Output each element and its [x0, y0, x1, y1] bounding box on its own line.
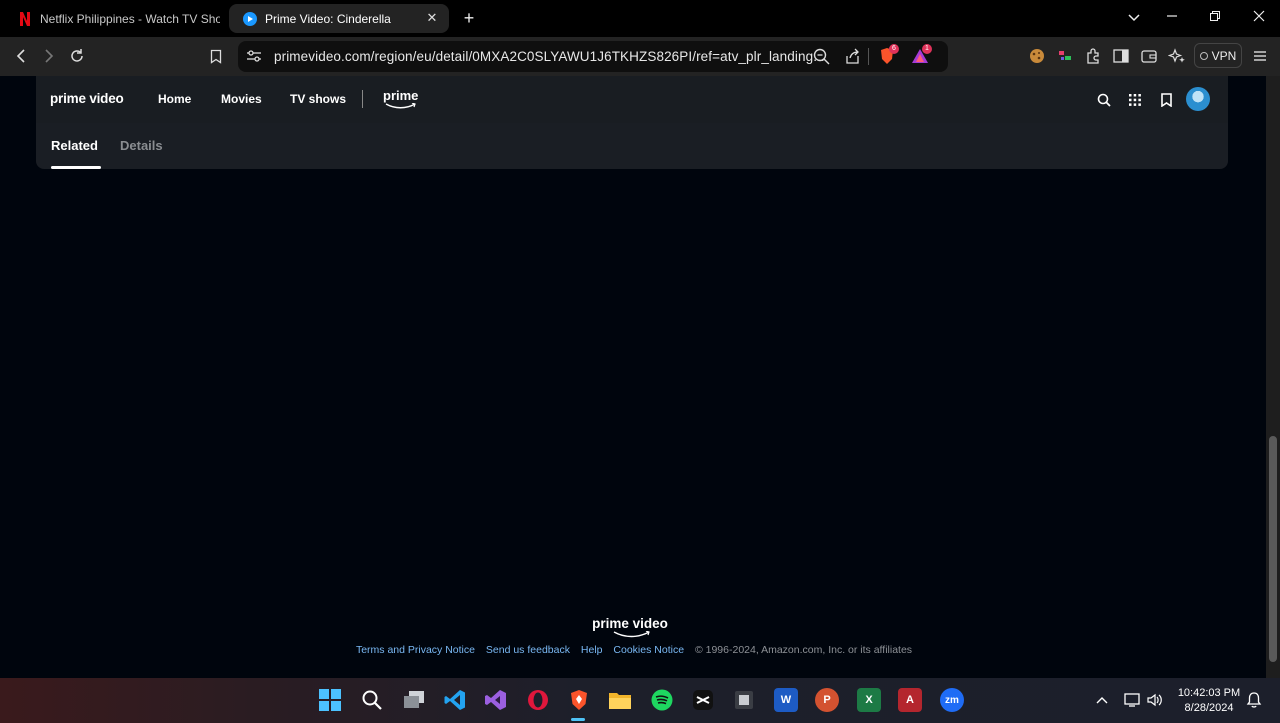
system-clock[interactable]: 10:42:03 PM 8/28/2024	[1170, 686, 1248, 716]
close-tab-icon[interactable]: ✕	[425, 11, 439, 25]
zoom-app-icon[interactable]: zm	[940, 688, 964, 712]
bookmark-page-icon[interactable]	[207, 47, 225, 65]
scrollbar-thumb[interactable]	[1269, 436, 1277, 662]
volume-icon[interactable]	[1143, 688, 1167, 712]
file-explorer-icon[interactable]	[608, 688, 632, 712]
zoom-icon[interactable]	[813, 48, 830, 70]
extensions-puzzle-icon[interactable]	[1084, 47, 1102, 65]
task-view-icon[interactable]	[402, 688, 426, 712]
profile-avatar[interactable]	[1186, 87, 1210, 111]
opera-icon[interactable]	[526, 688, 550, 712]
nav-tv-shows[interactable]: TV shows	[290, 92, 346, 106]
visual-studio-icon[interactable]	[484, 688, 508, 712]
notification-bell-icon[interactable]	[1242, 688, 1266, 712]
app-window-icon[interactable]	[732, 688, 756, 712]
shields-badge: 6	[889, 44, 899, 54]
tab-search-chevron-icon[interactable]	[1126, 10, 1142, 26]
footer-link-terms[interactable]: Terms and Privacy Notice	[356, 644, 475, 656]
footer-link-cookies[interactable]: Cookies Notice	[613, 644, 684, 656]
netflix-icon	[18, 11, 32, 26]
vpn-status-icon	[1199, 51, 1208, 60]
tab-details[interactable]: Details	[120, 138, 163, 153]
address-bar[interactable]: primevideo.com/region/eu/detail/0MXA2C0S…	[238, 41, 948, 72]
network-icon[interactable]	[1121, 688, 1145, 712]
tab-title: Netflix Philippines - Watch TV Show	[40, 11, 220, 26]
capcut-icon[interactable]	[691, 688, 715, 712]
tab-related[interactable]: Related	[51, 138, 98, 153]
powerpoint-icon[interactable]: P	[815, 688, 839, 712]
prime-logo-text: prime	[383, 88, 419, 103]
rewards-badge: 1	[922, 44, 932, 54]
prime-logo[interactable]: prime	[383, 88, 419, 109]
wallet-icon[interactable]	[1140, 47, 1158, 65]
windows-taskbar: W P X A zm 10:42:03 PM 8/28/2024	[0, 678, 1280, 723]
browser-tab-bar: Netflix Philippines - Watch TV Show Prim…	[0, 0, 1280, 37]
footer-smile-icon	[613, 631, 650, 638]
spotify-icon[interactable]	[650, 688, 674, 712]
vscode-icon[interactable]	[443, 688, 467, 712]
browser-toolbar: primevideo.com/region/eu/detail/0MXA2C0S…	[0, 37, 1280, 76]
show-hidden-icons-chevron-icon[interactable]	[1090, 688, 1114, 712]
access-icon[interactable]: A	[898, 688, 922, 712]
tab-title: Prime Video: Cinderella	[265, 11, 391, 26]
copyright-text: © 1996-2024, Amazon.com, Inc. or its aff…	[694, 644, 913, 656]
vpn-label: VPN	[1211, 48, 1237, 63]
new-tab-button[interactable]: +	[460, 9, 478, 27]
share-icon[interactable]	[844, 48, 861, 70]
footer-link-feedback[interactable]: Send us feedback	[486, 644, 570, 656]
vpn-button[interactable]: VPN	[1194, 43, 1242, 68]
clock-date: 8/28/2024	[1184, 702, 1234, 714]
tab-netflix[interactable]: Netflix Philippines - Watch TV Show	[4, 4, 226, 33]
nav-movies[interactable]: Movies	[221, 92, 262, 106]
smile-arrow-icon	[385, 103, 416, 109]
search-icon[interactable]	[1096, 92, 1112, 108]
brave-shields-icon[interactable]: 6	[879, 44, 899, 70]
apps-grid-icon[interactable]	[1127, 92, 1143, 108]
word-icon[interactable]: W	[774, 688, 798, 712]
colorful-extension-icon[interactable]	[1056, 47, 1074, 65]
footer-logo-text: prime video	[592, 616, 668, 631]
footer-link-help[interactable]: Help	[581, 644, 603, 656]
brave-rewards-icon[interactable]: 1	[911, 44, 932, 69]
url-text[interactable]: primevideo.com/region/eu/detail/0MXA2C0S…	[274, 49, 825, 64]
prime-video-header: prime video Home Movies TV shows prime R…	[36, 76, 1228, 169]
nav-home[interactable]: Home	[158, 92, 191, 106]
site-settings-icon[interactable]	[246, 49, 262, 68]
forward-icon[interactable]	[40, 47, 58, 65]
tab-prime-video[interactable]: Prime Video: Cinderella ✕	[229, 4, 449, 33]
close-window-icon[interactable]	[1251, 10, 1267, 26]
minimize-icon[interactable]	[1164, 10, 1180, 26]
cookie-extension-icon[interactable]	[1028, 47, 1046, 65]
excel-icon[interactable]: X	[857, 688, 881, 712]
active-app-indicator	[571, 718, 585, 721]
page-scrollbar[interactable]	[1266, 76, 1280, 678]
clock-time: 10:42:03 PM	[1177, 687, 1241, 699]
footer-links: Terms and Privacy Notice Send us feedbac…	[0, 644, 1264, 656]
prime-video-logo[interactable]: prime video	[50, 91, 124, 106]
start-windows-icon[interactable]	[318, 688, 342, 712]
search-taskbar-icon[interactable]	[360, 688, 384, 712]
url-divider	[868, 48, 869, 65]
active-tab-underline	[51, 166, 101, 169]
footer-logo: prime video	[0, 616, 1260, 639]
nav-divider	[362, 90, 363, 108]
menu-icon[interactable]	[1251, 47, 1269, 65]
back-icon[interactable]	[12, 47, 30, 65]
restore-icon[interactable]	[1207, 10, 1223, 26]
sidebar-icon[interactable]	[1112, 47, 1130, 65]
reload-icon[interactable]	[68, 47, 86, 65]
prime-video-icon	[243, 11, 257, 26]
nav-bar: prime video Home Movies TV shows prime	[36, 76, 1228, 123]
leo-ai-icon[interactable]	[1168, 47, 1186, 65]
watchlist-bookmark-icon[interactable]	[1158, 92, 1174, 108]
brave-taskbar-icon[interactable]	[567, 688, 591, 712]
page-content: prime video Home Movies TV shows prime R…	[0, 76, 1266, 678]
